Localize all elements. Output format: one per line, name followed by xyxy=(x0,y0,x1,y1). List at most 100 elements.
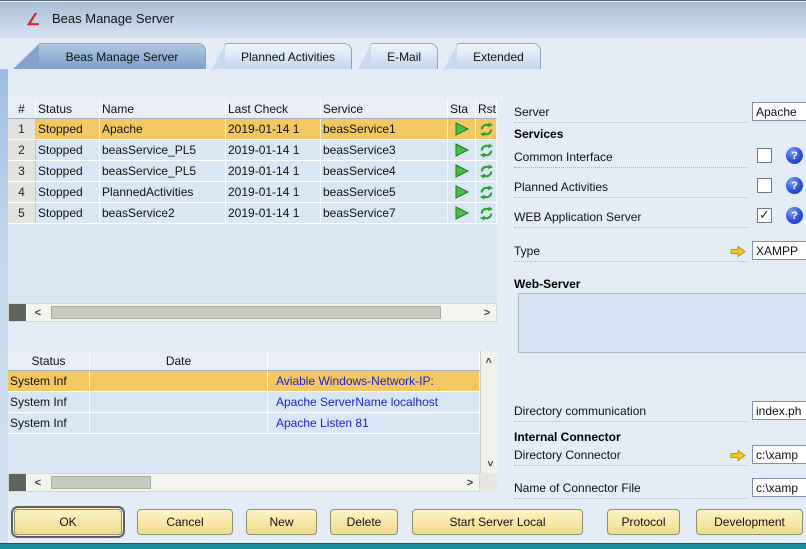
restart-service-icon[interactable] xyxy=(476,161,497,181)
service-row[interactable]: 1 Stopped Apache 2019-01-14 1 beasServic… xyxy=(8,119,497,140)
services-horizontal-scrollbar[interactable]: < > xyxy=(8,303,497,322)
cell-status: Stopped xyxy=(36,203,100,223)
tab-extended[interactable]: Extended xyxy=(456,43,541,69)
dir-connector-label: Directory Connector xyxy=(514,448,748,466)
help-icon[interactable]: ? xyxy=(786,177,803,194)
scroll-left-icon[interactable]: < xyxy=(31,475,45,490)
web-app-server-checkbox[interactable] xyxy=(757,208,772,223)
cell-service: beasService1 xyxy=(321,119,448,139)
cell-service: beasService7 xyxy=(321,203,448,223)
col-service[interactable]: Service xyxy=(321,99,448,118)
service-row[interactable]: 3 Stopped beasService_PL5 2019-01-14 1 b… xyxy=(8,161,497,182)
window-titlebar[interactable]: ∠ Beas Manage Server xyxy=(0,2,806,38)
cell-name: Apache xyxy=(100,119,226,139)
development-button[interactable]: Development xyxy=(696,509,803,535)
cell-status: Stopped xyxy=(36,161,100,181)
cell-last-check: 2019-01-14 1 xyxy=(226,161,321,181)
connector-file-label: Name of Connector File xyxy=(514,481,748,499)
restart-service-icon[interactable] xyxy=(476,182,497,202)
cell-status: System Inf xyxy=(8,371,90,391)
link-arrow-icon[interactable] xyxy=(730,245,746,258)
bottom-edge-strip xyxy=(0,543,806,549)
cell-name: beasService_PL5 xyxy=(100,140,226,160)
tab-planned-activities[interactable]: Planned Activities xyxy=(224,43,352,69)
service-row[interactable]: 5 Stopped beasService2 2019-01-14 1 beas… xyxy=(8,203,497,224)
help-icon[interactable]: ? xyxy=(786,207,803,224)
log-horizontal-scrollbar[interactable]: < > xyxy=(8,473,480,492)
col-name[interactable]: Name xyxy=(100,99,226,118)
link-arrow-icon[interactable] xyxy=(730,449,746,462)
col-start[interactable]: Sta xyxy=(448,99,476,118)
protocol-button[interactable]: Protocol xyxy=(607,509,680,535)
cell-message: Aviable Windows-Network-IP: xyxy=(268,371,480,391)
start-service-icon[interactable] xyxy=(448,119,476,139)
restart-service-icon[interactable] xyxy=(476,119,497,139)
beas-logo-icon: ∠ xyxy=(26,10,40,30)
common-interface-checkbox[interactable] xyxy=(757,148,772,163)
cell-date xyxy=(90,413,268,433)
common-interface-label: Common Interface xyxy=(514,150,748,168)
services-table-header: # Status Name Last Check Service Sta Rst xyxy=(8,99,497,119)
scroll-up-icon[interactable]: > xyxy=(482,353,497,368)
cell-status: Stopped xyxy=(36,119,100,139)
log-vertical-scrollbar[interactable]: > > xyxy=(480,351,497,473)
log-row[interactable]: System Inf Aviable Windows-Network-IP: xyxy=(8,371,480,392)
scrollbar-thumb[interactable] xyxy=(51,476,151,489)
scroll-right-icon[interactable]: > xyxy=(480,305,494,320)
planned-activities-label: Planned Activities xyxy=(514,180,748,198)
start-service-icon[interactable] xyxy=(448,203,476,223)
col-restart[interactable]: Rst xyxy=(476,99,497,118)
connector-file-input[interactable] xyxy=(752,478,806,497)
cell-name: PlannedActivities xyxy=(100,182,226,202)
tab-label: Extended xyxy=(473,50,524,64)
dir-connector-input[interactable] xyxy=(752,445,806,464)
log-row[interactable]: System Inf Apache ServerName localhost xyxy=(8,392,480,413)
ok-button[interactable]: OK xyxy=(14,509,122,535)
delete-button[interactable]: Delete xyxy=(330,509,398,535)
start-service-icon[interactable] xyxy=(448,140,476,160)
help-icon[interactable]: ? xyxy=(786,147,803,164)
restart-service-icon[interactable] xyxy=(476,203,497,223)
row-number: 4 xyxy=(8,182,36,202)
cell-name: beasService2 xyxy=(100,203,226,223)
scrollbar-thumb[interactable] xyxy=(51,306,441,319)
server-input[interactable] xyxy=(752,102,806,121)
scrollbar-split-handle[interactable] xyxy=(9,304,27,321)
start-server-local-button[interactable]: Start Server Local xyxy=(412,509,583,535)
tab-email[interactable]: E-Mail xyxy=(370,43,438,69)
col-date[interactable]: Date xyxy=(90,351,268,370)
tab-beas-manage-server[interactable]: Beas Manage Server xyxy=(38,43,206,69)
scrollbar-corner xyxy=(480,473,497,492)
col-last-check[interactable]: Last Check xyxy=(226,99,321,118)
scrollbar-split-handle[interactable] xyxy=(9,474,27,491)
new-button[interactable]: New xyxy=(246,509,317,535)
start-service-icon[interactable] xyxy=(448,182,476,202)
log-row[interactable]: System Inf Apache Listen 81 xyxy=(8,413,480,434)
col-message[interactable] xyxy=(268,351,480,370)
dir-comm-label: Directory communication xyxy=(514,404,748,422)
cell-date xyxy=(90,371,268,391)
planned-activities-checkbox[interactable] xyxy=(757,178,772,193)
cancel-button[interactable]: Cancel xyxy=(137,509,233,535)
row-number: 2 xyxy=(8,140,36,160)
start-service-icon[interactable] xyxy=(448,161,476,181)
web-app-server-label: WEB Application Server xyxy=(514,210,748,228)
log-table: Status Date System Inf Aviable Windows-N… xyxy=(8,351,497,473)
service-row[interactable]: 2 Stopped beasService_PL5 2019-01-14 1 b… xyxy=(8,140,497,161)
webserver-info-box xyxy=(518,293,806,353)
col-num[interactable]: # xyxy=(8,99,36,118)
cell-last-check: 2019-01-14 1 xyxy=(226,203,321,223)
col-status[interactable]: Status xyxy=(8,351,90,370)
scroll-right-icon[interactable]: > xyxy=(463,475,477,490)
row-number: 1 xyxy=(8,119,36,139)
tab-bar: Beas Manage Server Planned Activities E-… xyxy=(38,43,541,69)
cell-last-check: 2019-01-14 1 xyxy=(226,119,321,139)
dir-comm-input[interactable] xyxy=(752,401,806,420)
tab-label: Planned Activities xyxy=(241,50,335,64)
type-input[interactable] xyxy=(752,241,806,260)
scroll-left-icon[interactable]: < xyxy=(31,305,45,320)
service-row[interactable]: 4 Stopped PlannedActivities 2019-01-14 1… xyxy=(8,182,497,203)
col-status[interactable]: Status xyxy=(36,99,100,118)
restart-service-icon[interactable] xyxy=(476,140,497,160)
scroll-down-icon[interactable]: > xyxy=(482,456,497,471)
